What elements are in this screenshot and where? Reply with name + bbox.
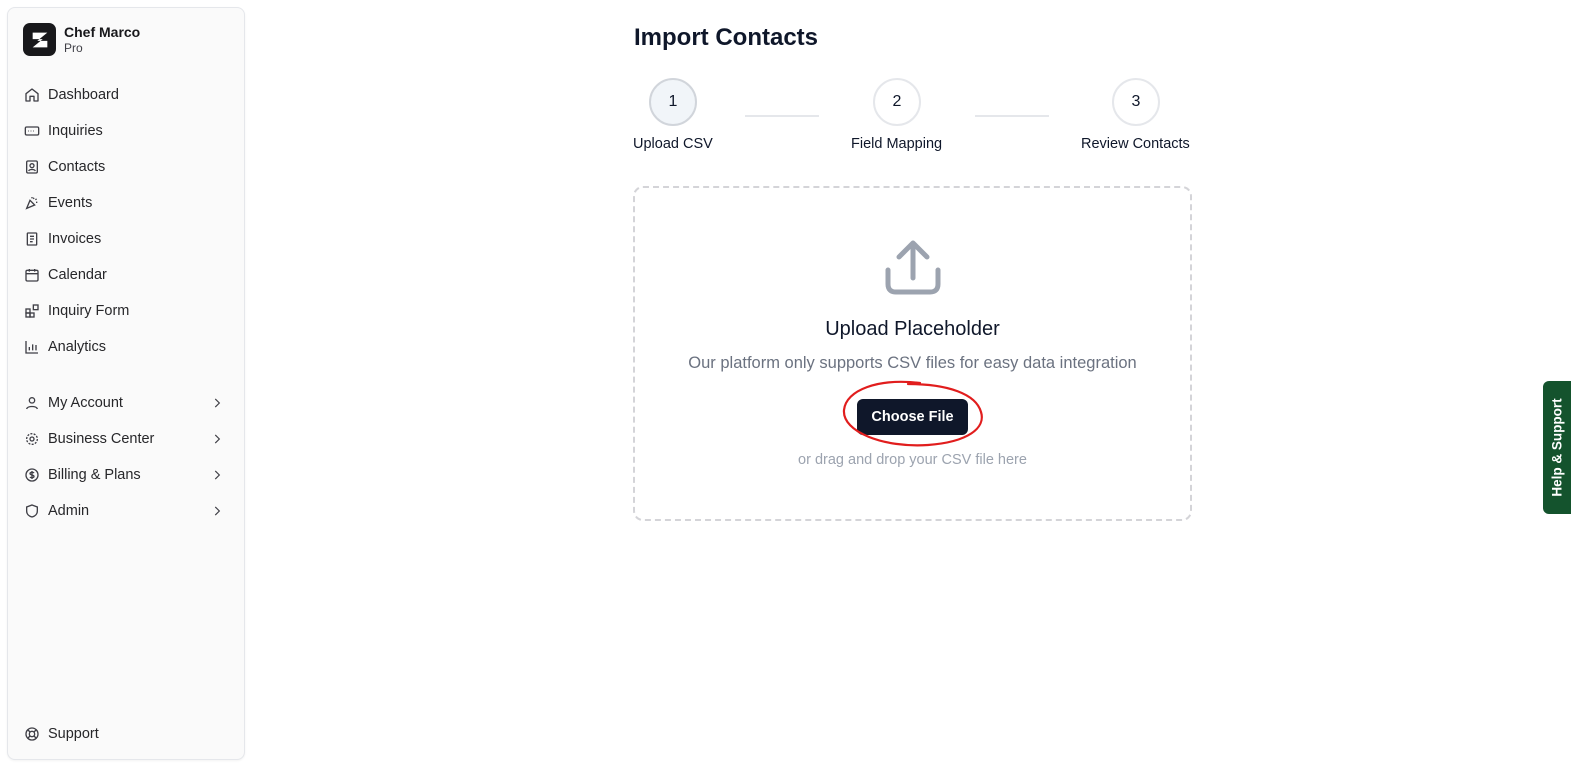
step-1-label: Upload CSV (633, 136, 713, 152)
sidebar-item-label: Billing & Plans (48, 467, 141, 483)
step-connector (745, 115, 819, 117)
user-icon (24, 395, 40, 411)
sidebar-item-billing-plans[interactable]: Billing & Plans (16, 460, 238, 490)
chevron-right-icon (214, 470, 221, 480)
choose-file-button[interactable]: Choose File (857, 399, 968, 435)
home-icon (24, 87, 40, 103)
sidebar-item-label: Invoices (48, 231, 102, 247)
sidebar-item-calendar[interactable]: Calendar (16, 260, 238, 290)
gear-icon (24, 431, 40, 447)
sidebar-item-contacts[interactable]: Contacts (16, 152, 238, 182)
sidebar-item-events[interactable]: Events (16, 188, 238, 218)
sidebar-item-label: Business Center (48, 431, 155, 447)
sidebar-item-label: Contacts (48, 159, 106, 175)
sidebar-item-invoices[interactable]: Invoices (16, 224, 238, 254)
step-2-label: Field Mapping (851, 136, 943, 152)
sidebar: Chef Marco Pro Dashboard Inquiries Conta… (7, 7, 245, 760)
brand-plan: Pro (64, 40, 83, 55)
form-blocks-icon (24, 303, 40, 319)
sidebar-item-inquiry-form[interactable]: Inquiry Form (16, 296, 238, 326)
inbox-icon (24, 123, 40, 139)
brand-logo-icon (23, 23, 56, 56)
contact-card-icon (24, 159, 40, 175)
party-popper-icon (24, 195, 40, 211)
chevron-right-icon (214, 506, 221, 516)
sidebar-item-label: Admin (48, 503, 90, 519)
page-title: Import Contacts (634, 24, 819, 51)
upload-description: Our platform only supports CSV files for… (688, 354, 1137, 372)
receipt-icon (24, 231, 40, 247)
chevron-right-icon (214, 398, 221, 408)
sidebar-item-inquiries[interactable]: Inquiries (16, 116, 238, 146)
sidebar-item-dashboard[interactable]: Dashboard (16, 80, 238, 110)
sidebar-item-analytics[interactable]: Analytics (16, 332, 238, 362)
step-connector (975, 115, 1049, 117)
sidebar-item-my-account[interactable]: My Account (16, 388, 238, 418)
sidebar-item-label: Dashboard (48, 87, 119, 103)
brand[interactable]: Chef Marco Pro (23, 23, 140, 56)
sidebar-item-label: Events (48, 195, 93, 211)
step-1-indicator: 1 (649, 78, 697, 126)
step-3-indicator: 3 (1112, 78, 1160, 126)
help-support-label: Help & Support (1549, 398, 1565, 497)
step-3-label: Review Contacts (1081, 136, 1190, 152)
sidebar-item-support[interactable]: Support (16, 719, 238, 749)
bar-chart-icon (24, 339, 40, 355)
sidebar-item-business-center[interactable]: Business Center (16, 424, 238, 454)
sidebar-item-label: Support (48, 726, 99, 742)
lifebuoy-icon (24, 726, 40, 742)
dollar-circle-icon (24, 467, 40, 483)
sidebar-item-label: Analytics (48, 339, 107, 355)
chevron-right-icon (214, 434, 221, 444)
calendar-icon (24, 267, 40, 283)
drag-drop-hint: or drag and drop your CSV file here (798, 452, 1027, 468)
shield-icon (24, 503, 40, 519)
upload-icon (885, 240, 941, 295)
sidebar-item-label: Calendar (48, 267, 107, 283)
sidebar-item-label: Inquiry Form (48, 303, 130, 319)
brand-name: Chef Marco (64, 23, 141, 40)
step-2-indicator: 2 (873, 78, 921, 126)
help-support-tab[interactable]: Help & Support (1543, 381, 1571, 514)
upload-title: Upload Placeholder (825, 318, 1000, 340)
sidebar-item-label: Inquiries (48, 123, 103, 139)
sidebar-item-admin[interactable]: Admin (16, 496, 238, 526)
sidebar-item-label: My Account (48, 395, 123, 411)
